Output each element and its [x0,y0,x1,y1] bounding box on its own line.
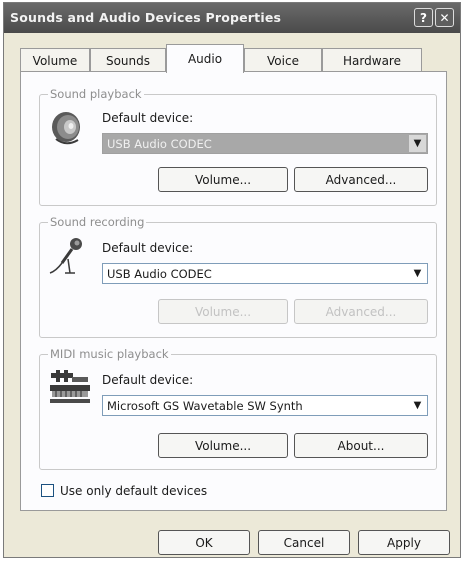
midi-keyboard-icon [50,370,90,403]
sound-recording-label: Sound recording [48,215,147,229]
recording-advanced-button[interactable]: Advanced... [294,299,428,324]
playback-default-label: Default device: [102,111,194,125]
midi-default-label: Default device: [102,373,194,387]
sound-playback-label: Sound playback [48,87,144,101]
chevron-down-icon[interactable]: ▼ [409,397,426,414]
playback-advanced-button[interactable]: Advanced... [294,167,428,192]
tab-volume[interactable]: Volume [20,48,90,72]
midi-playback-label: MIDI music playback [48,347,171,361]
close-button[interactable]: ✕ [435,8,454,27]
microphone-icon [49,238,82,274]
close-icon: ✕ [439,10,450,25]
help-icon: ? [420,10,427,25]
tab-hardware[interactable]: Hardware [322,48,422,72]
tab-voice[interactable]: Voice [244,48,322,72]
cancel-button[interactable]: Cancel [258,530,350,555]
window-title: Sounds and Audio Devices Properties [10,10,282,25]
playback-volume-button[interactable]: Volume... [158,167,288,192]
recording-device-value: USB Audio CODEC [107,267,212,281]
midi-about-button[interactable]: About... [294,433,428,458]
midi-playback-group: MIDI music playback Default device: Micr… [39,347,437,470]
use-only-default-checkbox[interactable] [41,484,54,497]
tab-strip: Volume Sounds Audio Voice Hardware [20,44,440,73]
midi-device-value: Microsoft GS Wavetable SW Synth [107,399,303,413]
recording-device-select[interactable]: USB Audio CODEC ▼ [102,263,428,284]
playback-device-value: USB Audio CODEC [107,137,212,151]
recording-default-label: Default device: [102,241,194,255]
title-bar[interactable]: Sounds and Audio Devices Properties ? ✕ [4,3,460,33]
midi-volume-button[interactable]: Volume... [158,433,288,458]
speaker-icon [52,112,80,145]
audio-tab-panel: Sound playback Default device: USB Audio… [20,71,447,511]
chevron-down-icon[interactable]: ▼ [409,135,426,152]
ok-button[interactable]: OK [158,530,250,555]
midi-device-select[interactable]: Microsoft GS Wavetable SW Synth ▼ [102,395,428,416]
recording-volume-button[interactable]: Volume... [158,299,288,324]
apply-button[interactable]: Apply [358,530,450,555]
properties-dialog: Sounds and Audio Devices Properties ? ✕ … [3,2,461,558]
chevron-down-icon[interactable]: ▼ [409,265,426,282]
tab-sounds[interactable]: Sounds [90,48,166,72]
help-button[interactable]: ? [414,8,433,27]
use-only-default-label[interactable]: Use only default devices [60,484,207,498]
tab-audio[interactable]: Audio [166,44,244,73]
sound-recording-group: Sound recording Default device: USB Audi… [39,215,437,338]
playback-device-select[interactable]: USB Audio CODEC ▼ [102,133,428,154]
sound-playback-group: Sound playback Default device: USB Audio… [39,87,437,206]
